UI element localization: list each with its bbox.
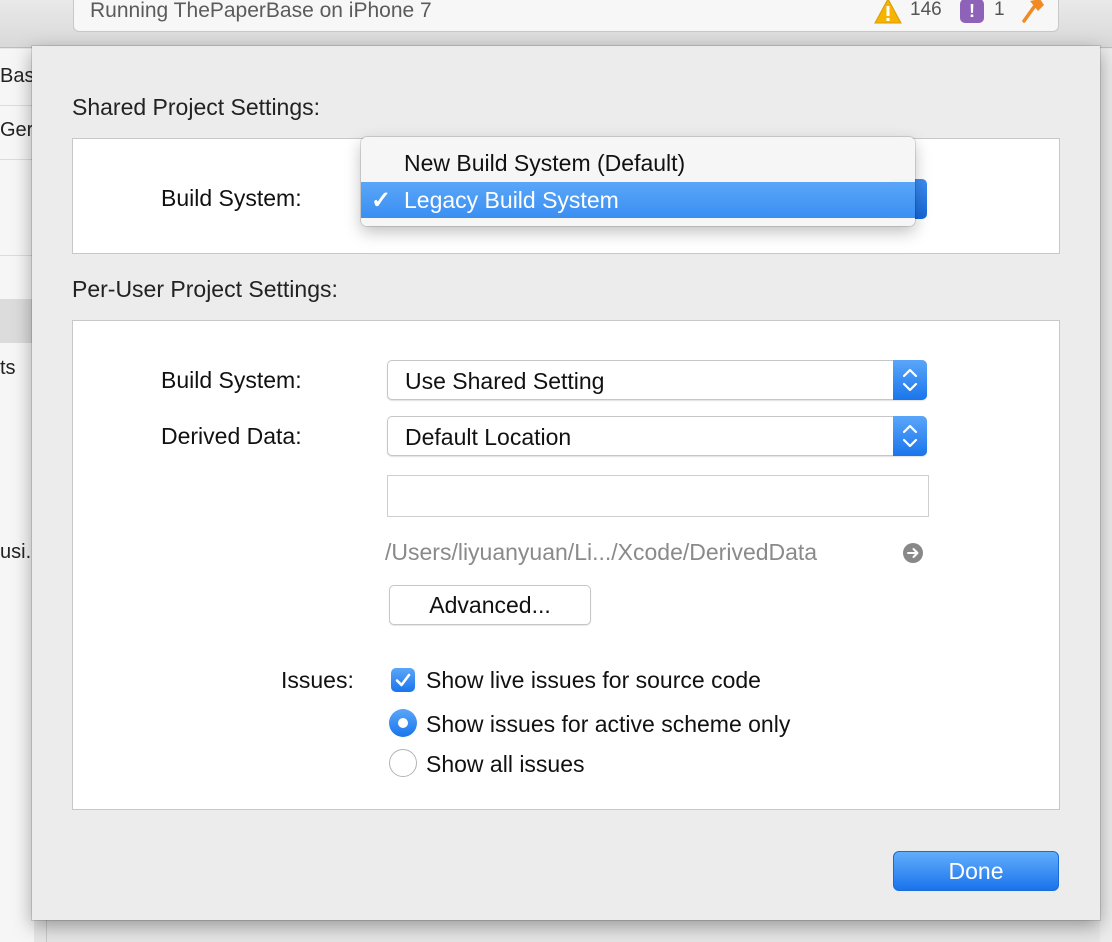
project-navigator-sliver: Bas Ger ts usi..: [0, 49, 34, 942]
activity-view: Running ThePaperBase on iPhone 7 146 ! 1: [73, 0, 1059, 32]
popup-value: Use Shared Setting: [405, 368, 605, 394]
issue-badge-icon[interactable]: !: [960, 0, 984, 23]
divider: [0, 255, 34, 256]
all-issues-label[interactable]: Show all issues: [426, 751, 585, 778]
activity-status-text: Running ThePaperBase on iPhone 7: [90, 0, 432, 22]
shared-build-system-label: Build System:: [161, 185, 302, 211]
active-scheme-issues-radio[interactable]: [389, 709, 417, 737]
all-issues-radio[interactable]: [389, 749, 417, 777]
navigator-item[interactable]: Ger: [0, 119, 34, 142]
menu-item-label: Legacy Build System: [404, 187, 619, 213]
chevron-up-down-icon: [893, 416, 927, 456]
navigator-selected-row[interactable]: [0, 299, 34, 343]
active-scheme-issues-label[interactable]: Show issues for active scheme only: [426, 711, 790, 738]
issue-count[interactable]: 1: [994, 0, 1005, 21]
advanced-button[interactable]: Advanced...: [389, 585, 591, 625]
menu-item-new-build-system[interactable]: New Build System (Default): [361, 145, 915, 181]
editor-edge: [1100, 49, 1112, 942]
derived-data-path: /Users/liyuanyuan/Li.../Xcode/DerivedDat…: [385, 539, 818, 565]
show-live-issues-checkbox[interactable]: [391, 668, 415, 692]
show-live-issues-label[interactable]: Show live issues for source code: [426, 667, 761, 694]
warning-count[interactable]: 146: [910, 0, 942, 21]
divider: [0, 105, 34, 106]
checkmark-icon: ✓: [371, 187, 392, 214]
menu-item-legacy-build-system[interactable]: ✓ Legacy Build System: [361, 182, 915, 218]
chevron-up-down-icon: [893, 360, 927, 400]
custom-derived-data-path-field[interactable]: [387, 475, 929, 517]
per-user-settings-title: Per-User Project Settings:: [72, 276, 338, 302]
per-user-build-system-label: Build System:: [161, 367, 302, 393]
warning-icon[interactable]: [874, 0, 902, 24]
divider: [0, 159, 34, 160]
per-user-settings-box: Build System: Use Shared Setting Derived…: [72, 320, 1060, 810]
navigator-item[interactable]: usi..: [0, 541, 34, 564]
derived-data-label: Derived Data:: [161, 423, 302, 449]
menu-item-label: New Build System (Default): [404, 150, 686, 176]
done-button[interactable]: Done: [893, 851, 1059, 891]
per-user-build-system-popup[interactable]: Use Shared Setting: [387, 360, 927, 400]
build-system-dropdown-menu: New Build System (Default) ✓ Legacy Buil…: [361, 137, 915, 226]
derived-data-popup[interactable]: Default Location: [387, 416, 927, 456]
divider: [46, 918, 47, 942]
navigator-item[interactable]: ts: [0, 357, 34, 380]
xcode-toolbar: Running ThePaperBase on iPhone 7 146 ! 1: [0, 0, 1112, 48]
popup-value: Default Location: [405, 424, 572, 450]
issues-label: Issues:: [281, 667, 354, 693]
shared-settings-title: Shared Project Settings:: [72, 94, 321, 120]
reveal-in-finder-arrow-icon[interactable]: [903, 543, 923, 563]
hammer-icon: [1022, 0, 1044, 23]
navigator-item[interactable]: Bas: [0, 65, 34, 88]
